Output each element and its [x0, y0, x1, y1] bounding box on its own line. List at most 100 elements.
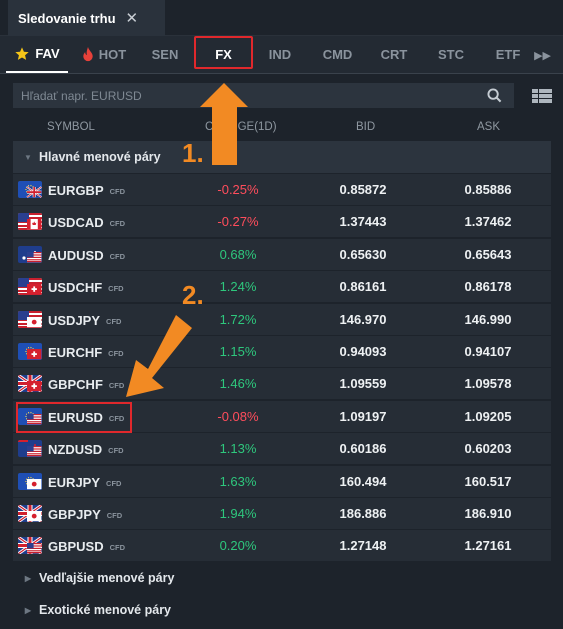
layout-grid-icon[interactable] — [532, 89, 552, 103]
change-value: 1.46% — [219, 376, 257, 392]
table-row[interactable]: GBPCHF CFD 1.46% 1.09559 1.09578 — [13, 368, 551, 400]
cfd-tag: CFD — [108, 349, 124, 358]
symbol-cell[interactable]: EURJPY CFD — [48, 474, 121, 492]
symbol-name[interactable]: USDCAD — [48, 215, 104, 230]
cfd-tag: CFD — [109, 251, 126, 261]
bid-price[interactable]: 1.37443 — [303, 214, 423, 229]
symbol-cell[interactable]: EURCHF CFD — [48, 344, 124, 362]
tab-hot[interactable]: HOT — [74, 36, 134, 73]
symbol-name[interactable]: USDJPY — [48, 313, 100, 328]
cfd-tag: CFD — [109, 219, 126, 229]
tab-cmd[interactable]: CMD — [310, 36, 365, 73]
currency-pair-flag-icon — [18, 537, 42, 555]
bid-price[interactable]: 160.494 — [303, 474, 423, 489]
symbol-name[interactable]: AUDUSD — [48, 248, 104, 263]
symbol-cell[interactable]: EURGBP CFD — [48, 182, 125, 200]
close-icon[interactable]: ✕ — [126, 11, 139, 26]
ask-price[interactable]: 0.65643 — [428, 247, 548, 262]
window-title: Sledovanie trhu — [18, 10, 116, 26]
column-symbol[interactable]: SYMBOL — [47, 121, 95, 133]
symbol-name[interactable]: USDCHF — [48, 280, 102, 295]
table-row[interactable]: AUDUSD CFD 0.68% 0.65630 0.65643 — [13, 238, 551, 270]
table-row[interactable]: USDCHF CFD 1.24% 0.86161 0.86178 — [13, 271, 551, 303]
ask-price[interactable]: 146.990 — [428, 312, 548, 327]
cfd-tag: CFD — [109, 543, 126, 553]
ask-price[interactable]: 0.60203 — [428, 441, 548, 456]
flame-icon — [83, 47, 93, 62]
bid-price[interactable]: 0.65630 — [303, 247, 423, 262]
table-row[interactable]: USDJPY CFD 1.72% 146.970 146.990 — [13, 303, 551, 335]
symbol-name[interactable]: NZDUSD — [48, 442, 102, 457]
tab-ind-label: IND — [268, 47, 292, 62]
bid-price[interactable]: 0.85872 — [303, 182, 423, 197]
symbol-cell[interactable]: USDCAD CFD — [48, 214, 125, 232]
table-row[interactable]: USDCAD CFD -0.27% 1.37443 1.37462 — [13, 206, 551, 238]
symbol-cell[interactable]: GBPJPY CFD — [48, 506, 122, 524]
bid-price[interactable]: 1.09197 — [303, 409, 423, 424]
tab-etf[interactable]: ETF — [482, 36, 534, 73]
tab-ind[interactable]: IND — [255, 36, 305, 73]
ask-price[interactable]: 0.86178 — [428, 279, 548, 294]
change-value: -0.27% — [217, 214, 259, 230]
currency-pair-flag-icon — [18, 245, 42, 263]
cfd-tag: CFD — [106, 511, 123, 520]
change-value: 1.72% — [219, 311, 257, 327]
window-tab[interactable]: Sledovanie trhu ✕ — [8, 0, 165, 36]
symbol-name[interactable]: EURGBP — [48, 183, 104, 198]
currency-pair-flag-icon — [18, 278, 42, 296]
table-row[interactable]: EURGBP CFD -0.25% 0.85872 0.85886 — [13, 174, 551, 205]
bid-price[interactable]: 1.27148 — [303, 538, 423, 553]
symbol-cell[interactable]: GBPCHF CFD — [48, 376, 124, 394]
tab-hot-label: HOT — [98, 47, 127, 62]
ask-price[interactable]: 160.517 — [428, 474, 548, 489]
column-ask[interactable]: ASK — [477, 121, 500, 133]
bid-price[interactable]: 186.886 — [303, 506, 423, 521]
ask-price[interactable]: 1.37462 — [428, 214, 548, 229]
column-bid[interactable]: BID — [356, 121, 375, 133]
window-titlebar: Sledovanie trhu ✕ — [0, 0, 563, 36]
symbol-name[interactable]: EURJPY — [48, 475, 100, 490]
bid-price[interactable]: 0.86161 — [303, 279, 423, 294]
tab-crt[interactable]: CRT — [368, 36, 420, 73]
table-row[interactable]: NZDUSD CFD 1.13% 0.60186 0.60203 — [13, 433, 551, 465]
column-change[interactable]: CHANGE(1D) — [205, 121, 277, 133]
symbol-cell[interactable]: USDJPY CFD — [48, 312, 121, 330]
scroll-right-icon[interactable]: ▶▶ — [534, 49, 551, 62]
currency-pair-flag-icon — [18, 472, 42, 490]
bid-price[interactable]: 1.09559 — [303, 376, 423, 391]
tab-stc[interactable]: STC — [425, 36, 477, 73]
bid-price[interactable]: 146.970 — [303, 312, 423, 327]
group-exotic[interactable]: ▶ Exotické menové páry — [13, 594, 551, 626]
ask-price[interactable]: 1.09578 — [428, 376, 548, 391]
bid-price[interactable]: 0.60186 — [303, 441, 423, 456]
tab-fav-label: FAV — [35, 46, 60, 61]
search-icon[interactable] — [487, 88, 502, 103]
symbol-cell[interactable]: GBPUSD CFD — [48, 538, 125, 556]
tab-sen-label: SEN — [151, 47, 179, 62]
table-row[interactable]: EURJPY CFD 1.63% 160.494 160.517 — [13, 465, 551, 497]
bid-price[interactable]: 0.94093 — [303, 344, 423, 359]
tab-sen[interactable]: SEN — [138, 36, 192, 73]
symbol-name[interactable]: GBPJPY — [48, 507, 101, 522]
tab-etf-label: ETF — [495, 47, 521, 62]
symbol-name[interactable]: GBPUSD — [48, 539, 104, 554]
table-row[interactable]: EURCHF CFD 1.15% 0.94093 0.94107 — [13, 336, 551, 367]
group-major[interactable]: ▼ Hlavné menové páry — [13, 141, 551, 173]
category-tabs: FAV HOT SEN FX IND CMD CRT STC ETF ▶▶ — [0, 36, 563, 74]
symbol-name[interactable]: EURCHF — [48, 345, 102, 360]
symbol-cell[interactable]: AUDUSD CFD — [48, 247, 125, 265]
tab-fav[interactable]: FAV — [6, 36, 68, 73]
table-row[interactable]: GBPJPY CFD 1.94% 186.886 186.910 — [13, 498, 551, 529]
ask-price[interactable]: 1.27161 — [428, 538, 548, 553]
symbol-name[interactable]: GBPCHF — [48, 377, 103, 392]
table-row[interactable]: GBPUSD CFD 0.20% 1.27148 1.27161 — [13, 530, 551, 562]
search-input[interactable] — [13, 83, 514, 108]
group-minor[interactable]: ▶ Vedľajšie menové páry — [13, 562, 551, 594]
symbol-cell[interactable]: USDCHF CFD — [48, 279, 124, 297]
ask-price[interactable]: 1.09205 — [428, 409, 548, 424]
ask-price[interactable]: 0.94107 — [428, 344, 548, 359]
ask-price[interactable]: 0.85886 — [428, 182, 548, 197]
symbol-cell[interactable]: NZDUSD CFD — [48, 441, 124, 459]
ask-price[interactable]: 186.910 — [428, 506, 548, 521]
caret-down-icon: ▼ — [24, 152, 32, 162]
